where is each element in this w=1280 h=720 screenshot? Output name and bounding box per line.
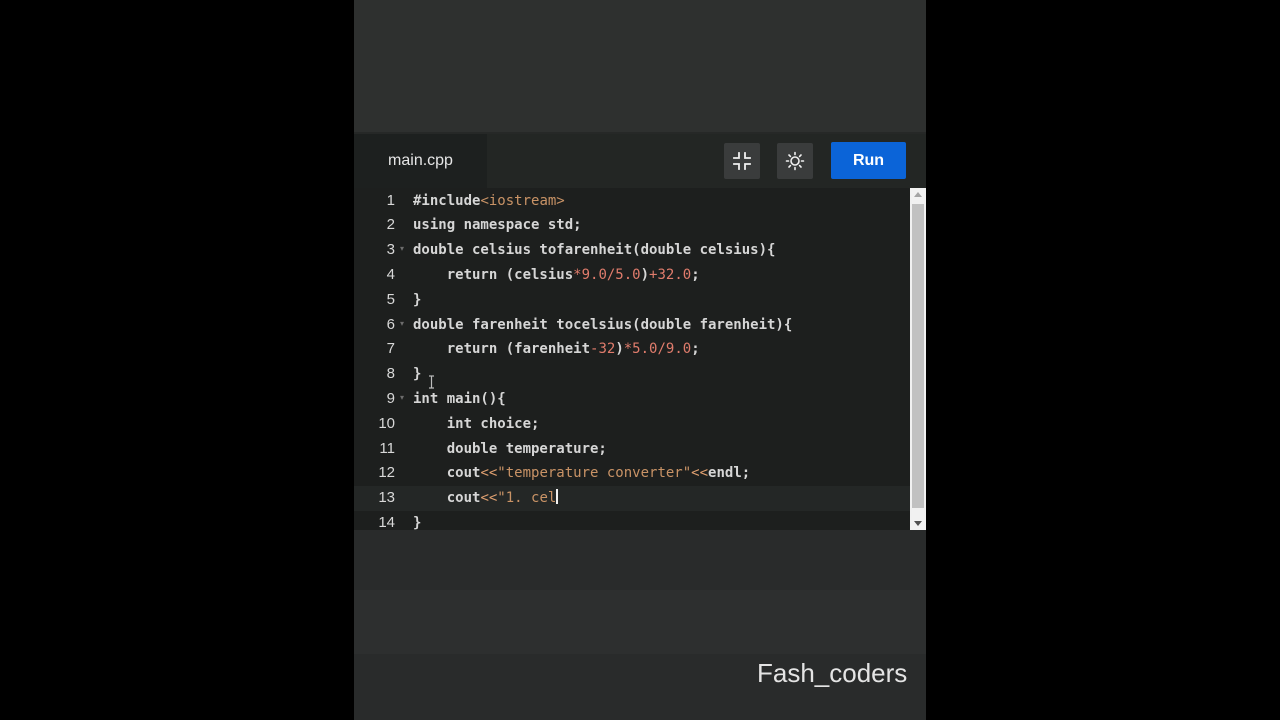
text-cursor-icon (429, 375, 434, 389)
theme-toggle-button[interactable] (777, 143, 813, 179)
line-number: 11 (379, 439, 395, 457)
line-number: 13 (378, 489, 395, 507)
code-text: int choice; (413, 412, 540, 437)
code-token: << (480, 465, 498, 482)
code-token: cout (413, 465, 481, 482)
code-token: } (413, 366, 422, 383)
code-token: double celsius tofarenheit(double celsiu… (413, 242, 776, 259)
code-token: "1. cel (497, 490, 557, 507)
line-number: 5 (386, 290, 395, 308)
code-token: return (farenheit (413, 341, 591, 358)
code-token: "temperature converter" (497, 465, 692, 482)
collapse-icon (733, 152, 751, 170)
line-number: 4 (386, 265, 395, 283)
scroll-down-arrow-icon[interactable] (914, 521, 922, 526)
caret (556, 489, 559, 505)
line-number: 10 (378, 414, 395, 432)
code-token: } (413, 514, 422, 531)
code-token: ) (615, 341, 624, 358)
code-token: cout (413, 490, 481, 507)
code-token: +32.0 (649, 266, 692, 283)
line-number: 6 (386, 315, 395, 333)
code-text: double celsius tofarenheit(double celsiu… (413, 238, 775, 263)
bottom-area (354, 530, 926, 720)
line-number: 3 (386, 241, 395, 259)
scroll-up-arrow-icon[interactable] (914, 192, 922, 197)
code-line[interactable]: 12 cout<<"temperature converter"<<endl; (354, 461, 910, 486)
code-token: int choice; (413, 415, 540, 432)
bottom-band (354, 590, 926, 654)
code-text: double temperature; (413, 437, 607, 462)
code-token: return (celsius (413, 266, 574, 283)
code-line[interactable]: 7 return (farenheit-32)*5.0/9.0; (354, 337, 910, 362)
code-text: cout<<"1. cel (413, 486, 559, 511)
code-line[interactable]: 4 return (celsius*9.0/5.0)+32.0; (354, 263, 910, 288)
fold-arrow-icon[interactable]: ▾ (400, 313, 404, 335)
code-line[interactable]: 9 ▾ int main(){ (354, 387, 910, 412)
code-token: *9.0/5.0 (573, 266, 641, 283)
vertical-scrollbar[interactable] (910, 188, 926, 530)
code-token: #include (413, 192, 481, 209)
code-token: endl; (708, 465, 751, 482)
line-number: 7 (386, 340, 395, 358)
code-token: << (480, 490, 498, 507)
code-token: <iostream> (480, 192, 565, 209)
code-token: double temperature; (413, 440, 607, 457)
code-token: ; (691, 266, 700, 283)
line-number: 12 (378, 464, 395, 482)
code-token: ) (640, 266, 650, 283)
code-line[interactable]: 8} (354, 362, 910, 387)
code-line[interactable]: 11 double temperature; (354, 437, 910, 462)
code-line[interactable]: 1 #include<iostream> (354, 189, 910, 214)
code-text: return (farenheit-32)*5.0/9.0; (413, 337, 700, 362)
scroll-thumb[interactable] (912, 204, 924, 508)
code-token: using namespace std; (413, 217, 582, 234)
code-editor[interactable]: 1 #include<iostream> 2 using namespace std;… (354, 188, 926, 531)
code-line[interactable]: 3 ▾ double celsius tofarenheit(double cels… (354, 238, 910, 263)
code-token: double farenheit tocelsius(double farenh… (413, 316, 793, 333)
code-line[interactable]: 13 cout<<"1. cel (354, 486, 910, 511)
line-number: 1 (386, 191, 395, 209)
watermark: Fash_coders (757, 658, 908, 688)
sun-icon (785, 151, 805, 171)
code-token: *5.0/9.0 (623, 341, 692, 358)
code-text: using namespace std; (413, 213, 582, 238)
code-token: ; (691, 341, 700, 358)
tab-main-cpp[interactable]: main.cpp (354, 134, 487, 188)
code-text: #include<iostream> (413, 189, 565, 214)
fold-arrow-icon[interactable]: ▾ (400, 238, 404, 260)
code-line[interactable]: 10 int choice; (354, 412, 910, 437)
code-text: double farenheit tocelsius(double farenh… (413, 313, 792, 338)
code-line[interactable]: 2 using namespace std; (354, 213, 910, 238)
code-token: << (691, 465, 709, 482)
code-text: } (413, 362, 421, 387)
code-token: } (413, 291, 422, 308)
fold-arrow-icon[interactable]: ▾ (400, 387, 404, 409)
code-line[interactable]: 5} (354, 288, 910, 313)
editor-app: main.cpp Run 1 #include<iostream> 2 usin… (354, 0, 926, 720)
toolbar: main.cpp Run (354, 134, 926, 188)
collapse-button[interactable] (724, 143, 760, 179)
code-text: cout<<"temperature converter"<<endl; (413, 461, 750, 486)
code-token: int main(){ (413, 390, 506, 407)
code-line[interactable]: 6 ▾ double farenheit tocelsius(double fare… (354, 313, 910, 338)
code-token: -32 (590, 341, 616, 358)
line-number: 8 (386, 365, 395, 383)
line-number: 2 (386, 216, 395, 234)
code-text: } (413, 288, 421, 313)
run-button[interactable]: Run (831, 142, 906, 179)
line-number: 9 (386, 389, 395, 407)
top-area (354, 0, 926, 134)
code-text: int main(){ (413, 387, 506, 412)
code-text: return (celsius*9.0/5.0)+32.0; (413, 263, 700, 288)
